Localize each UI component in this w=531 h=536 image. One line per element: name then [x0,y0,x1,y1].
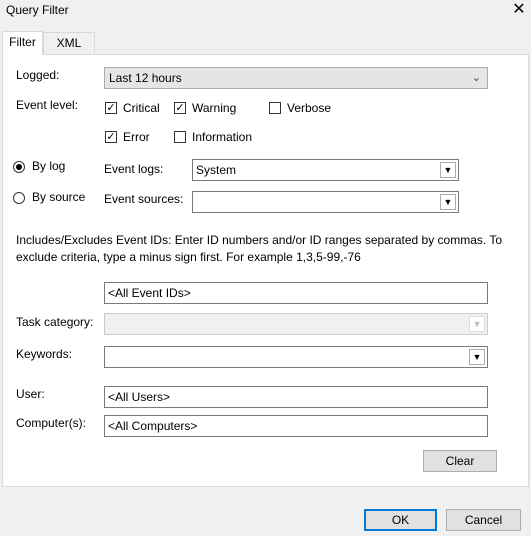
dropdown-arrow-icon: ▼ [469,316,485,332]
by-source-label: By source [32,190,86,204]
event-sources-label: Event sources: [104,192,184,206]
cancel-button[interactable]: Cancel [446,509,521,531]
event-logs-label: Event logs: [104,162,164,176]
computers-value: <All Computers> [108,419,198,433]
event-ids-description: Includes/Excludes Event IDs: Enter ID nu… [16,233,503,264]
event-level-label: Event level: [16,98,79,112]
computers-label: Computer(s): [16,416,87,430]
event-ids-input[interactable]: <All Event IDs> [104,282,488,304]
tab-filter[interactable]: Filter [2,31,43,55]
dropdown-arrow-icon[interactable]: ▼ [440,194,456,210]
check-icon: ✓ [106,131,116,143]
dropdown-arrow-icon[interactable]: ▼ [440,162,456,178]
information-checkbox[interactable] [174,131,186,143]
window-title: Query Filter [6,3,69,17]
chevron-down-icon: ⌄ [471,72,481,84]
logged-value: Last 12 hours [109,71,182,85]
check-icon: ✓ [106,102,116,114]
by-log-radio[interactable] [13,161,25,173]
critical-checkbox[interactable]: ✓ [105,102,117,114]
ok-button[interactable]: OK [364,509,437,531]
event-ids-value: <All Event IDs> [108,286,191,300]
clear-button[interactable]: Clear [423,450,497,472]
tab-xml[interactable]: XML [43,32,95,54]
radio-dot [16,164,22,170]
keywords-label: Keywords: [16,347,73,361]
task-category-combobox: ▼ [104,313,488,335]
verbose-label: Verbose [287,101,332,115]
dropdown-arrow-icon[interactable]: ▼ [469,349,485,365]
event-sources-combobox[interactable]: ▼ [192,191,459,213]
by-source-radio[interactable] [13,192,25,204]
warning-checkbox[interactable]: ✓ [174,102,186,114]
critical-label: Critical [123,101,160,115]
close-icon[interactable]: ✕ [507,0,531,20]
by-log-label: By log [32,159,66,173]
verbose-checkbox[interactable] [269,102,281,114]
user-value: <All Users> [108,390,171,404]
error-label: Error [123,130,150,144]
logged-combobox[interactable]: Last 12 hours ⌄ [104,67,488,89]
error-checkbox[interactable]: ✓ [105,131,117,143]
information-label: Information [192,130,253,144]
warning-label: Warning [192,101,237,115]
task-category-label: Task category: [16,315,94,329]
check-icon: ✓ [175,102,185,114]
user-label: User: [16,387,45,401]
event-logs-value: System [196,163,237,177]
keywords-combobox[interactable]: ▼ [104,346,488,368]
event-logs-combobox[interactable]: System ▼ [192,159,459,181]
user-input[interactable]: <All Users> [104,386,488,408]
logged-label: Logged: [16,68,60,82]
computers-input[interactable]: <All Computers> [104,415,488,437]
